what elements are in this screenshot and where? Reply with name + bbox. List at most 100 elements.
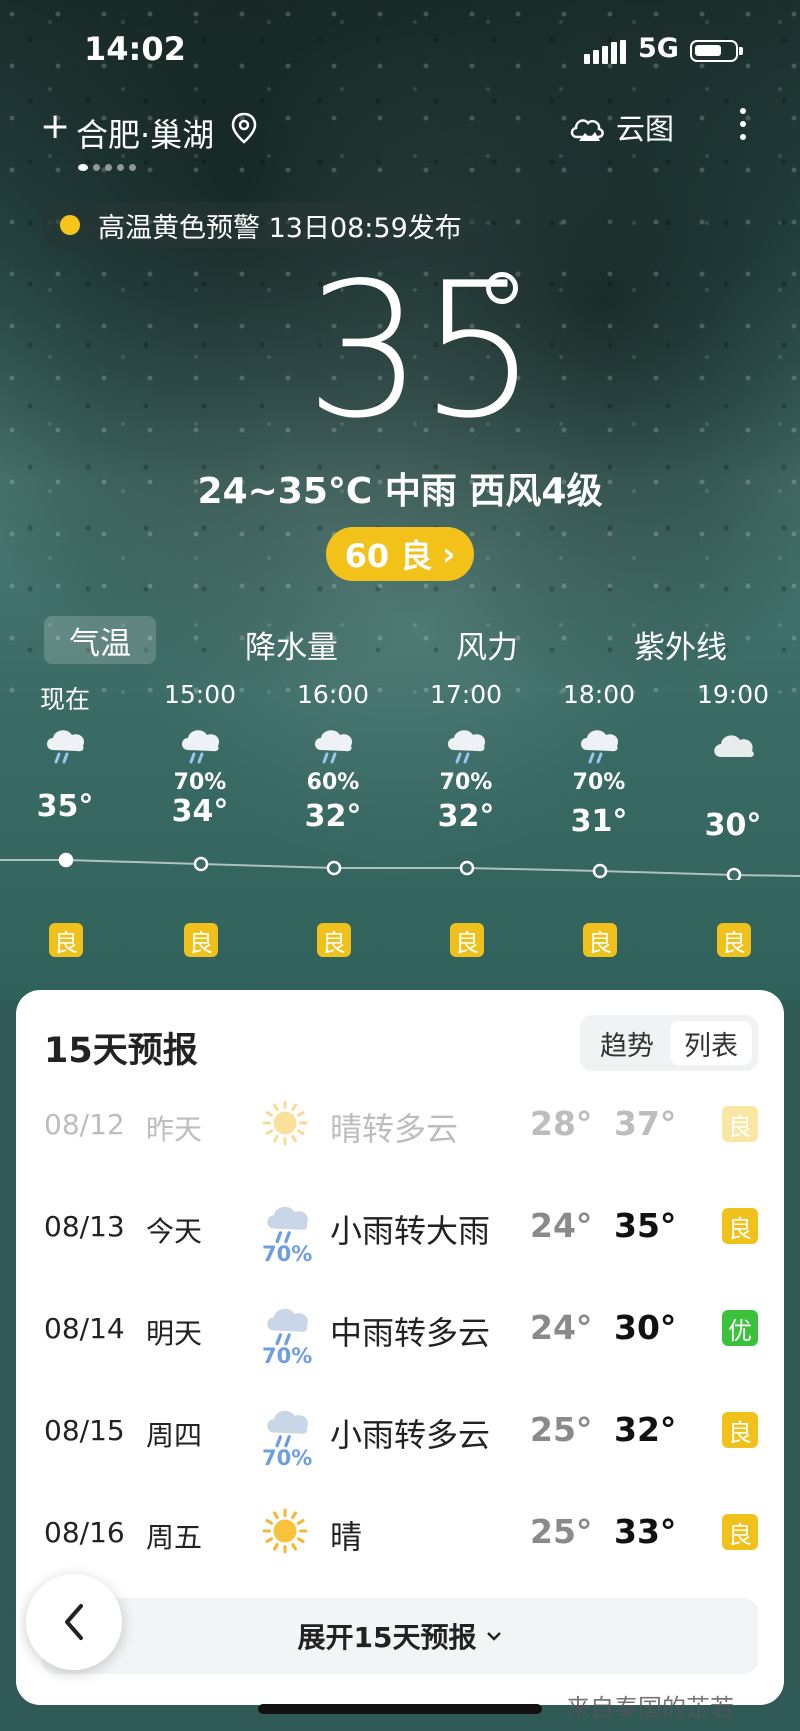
rain-cloud-icon xyxy=(145,720,255,770)
forecast-high: 35° xyxy=(614,1206,677,1245)
hourly-precip xyxy=(678,770,788,798)
temp-point xyxy=(193,856,209,872)
forecast-title: 15天预报 xyxy=(44,1031,198,1071)
battery-icon xyxy=(690,40,743,62)
tab-temperature[interactable]: 气温 xyxy=(44,616,156,664)
forecast-weekday: 周五 xyxy=(146,1521,203,1554)
forecast-date: 08/14 xyxy=(44,1312,125,1345)
weather-summary: 24~35°C 中雨 西风4级 xyxy=(197,471,603,512)
forecast-low: 25° xyxy=(530,1512,593,1551)
hourly-aqi-badge: 良 xyxy=(583,923,617,957)
sun-icon xyxy=(260,1506,316,1556)
hourly-time: 15:00 xyxy=(163,680,237,709)
tab-precipitation[interactable]: 降水量 xyxy=(245,622,338,667)
chevron-down-icon xyxy=(487,1632,502,1641)
forecast-precip: 70% xyxy=(262,1344,313,1368)
city-name[interactable]: 合肥·巢湖 xyxy=(76,110,214,156)
hourly-time: 现在 xyxy=(39,685,90,714)
hourly-time: 19:00 xyxy=(696,680,770,709)
hourly-item: 16:00 60% 32° xyxy=(278,680,388,834)
hourly-precip: 70% xyxy=(572,770,626,795)
cloud-icon xyxy=(678,720,788,770)
hourly-item: 17:00 70% 32° xyxy=(411,680,521,834)
hourly-temp: 32° xyxy=(437,799,495,834)
chevron-left-icon xyxy=(65,1604,83,1640)
home-indicator[interactable] xyxy=(258,1704,542,1714)
list-toggle[interactable]: 列表 xyxy=(670,1021,752,1065)
hourly-temp: 32° xyxy=(304,799,362,834)
hourly-time: 18:00 xyxy=(562,680,636,709)
watermark-text: 来自泰国的芷若 xyxy=(566,1694,734,1722)
alert-dot-icon xyxy=(60,215,80,235)
hourly-temp: 34° xyxy=(171,794,229,829)
forecast-day-row[interactable]: 08/16 周五 晴 25° 33° 良 xyxy=(0,1494,800,1574)
forecast-high: 30° xyxy=(614,1308,677,1347)
rain-cloud-icon xyxy=(411,720,521,770)
rain-cloud-icon xyxy=(10,720,120,770)
forecast-date: 08/13 xyxy=(44,1210,125,1243)
forecast-condition: 小雨转大雨 xyxy=(330,1212,491,1250)
forecast-low: 25° xyxy=(530,1410,593,1449)
tab-uv[interactable]: 紫外线 xyxy=(634,622,727,667)
hourly-time: 16:00 xyxy=(296,680,370,709)
forecast-low: 24° xyxy=(530,1206,593,1245)
hourly-item: 18:00 70% 31° xyxy=(544,680,654,839)
forecast-condition: 小雨转多云 xyxy=(330,1416,491,1454)
forecast-condition: 晴转多云 xyxy=(330,1110,459,1148)
hourly-temp: 35° xyxy=(36,789,94,824)
cloud-map-label: 云图 xyxy=(616,112,675,146)
forecast-day-row[interactable]: 08/13 今天 70% 小雨转大雨 24° 35° 良 xyxy=(0,1188,800,1268)
forecast-low: 28° xyxy=(530,1104,593,1143)
temp-point xyxy=(326,860,342,876)
location-pin-icon xyxy=(231,112,257,144)
status-time: 14:02 xyxy=(84,30,186,68)
aqi-label: 60 良 xyxy=(344,537,433,575)
hourly-time: 17:00 xyxy=(429,680,503,709)
forecast-condition: 中雨转多云 xyxy=(330,1314,491,1352)
hourly-precip: 70% xyxy=(439,770,493,795)
forecast-weekday: 今天 xyxy=(146,1215,203,1248)
network-type: 5G xyxy=(638,33,679,64)
hourly-aqi-badge: 良 xyxy=(317,923,351,957)
forecast-aqi-badge: 良 xyxy=(722,1208,758,1244)
forecast-date: 08/12 xyxy=(44,1108,125,1141)
forecast-day-row[interactable]: 08/15 周四 70% 小雨转多云 25° 32° 良 xyxy=(0,1392,800,1472)
sun-icon xyxy=(260,1098,316,1148)
hourly-aqi-badge: 良 xyxy=(184,923,218,957)
rain-cloud-icon xyxy=(544,720,654,770)
forecast-aqi-badge: 优 xyxy=(722,1310,758,1346)
forecast-date: 08/16 xyxy=(44,1516,125,1549)
forecast-day-row[interactable]: 08/12 昨天 晴转多云 28° 37° 良 xyxy=(0,1086,800,1166)
forecast-aqi-badge: 良 xyxy=(722,1412,758,1448)
add-city-button[interactable]: + xyxy=(40,106,70,147)
forecast-aqi-badge: 良 xyxy=(722,1106,758,1142)
cloud-map-button[interactable]: 云图 xyxy=(568,104,674,150)
expand-forecast-button[interactable]: 展开15天预报 xyxy=(42,1598,758,1674)
forecast-aqi-badge: 良 xyxy=(722,1514,758,1550)
signal-icon xyxy=(584,40,626,64)
hourly-item: 现在 35° xyxy=(10,680,120,824)
forecast-day-row[interactable]: 08/14 明天 70% 中雨转多云 24° 30° 优 xyxy=(0,1290,800,1370)
forecast-weekday: 周四 xyxy=(146,1419,203,1452)
hourly-aqi-badge: 良 xyxy=(450,923,484,957)
back-button[interactable] xyxy=(26,1574,122,1670)
cloud-map-icon xyxy=(570,119,604,141)
aqi-button[interactable]: 60 良 › xyxy=(326,527,474,581)
chevron-right-icon: › xyxy=(442,535,456,573)
hourly-temp: 31° xyxy=(570,804,628,839)
rain-cloud-icon xyxy=(278,720,388,770)
forecast-high: 37° xyxy=(614,1104,677,1143)
trend-toggle[interactable]: 趋势 xyxy=(586,1021,668,1065)
hourly-item: 15:00 70% 34° xyxy=(145,680,255,829)
tab-label: 气温 xyxy=(69,625,131,662)
forecast-weekday: 明天 xyxy=(146,1317,203,1350)
expand-label: 展开15天预报 xyxy=(297,1621,477,1654)
forecast-precip: 70% xyxy=(262,1446,313,1470)
hourly-precip: 60% xyxy=(306,770,360,795)
tab-wind[interactable]: 风力 xyxy=(456,622,518,667)
more-options-icon[interactable] xyxy=(740,108,748,147)
view-toggle: 趋势 列表 xyxy=(580,1015,758,1071)
alert-text: 高温黄色预警 13日08:59发布 xyxy=(98,212,462,244)
forecast-date: 08/15 xyxy=(44,1414,125,1447)
temp-point xyxy=(592,863,608,879)
